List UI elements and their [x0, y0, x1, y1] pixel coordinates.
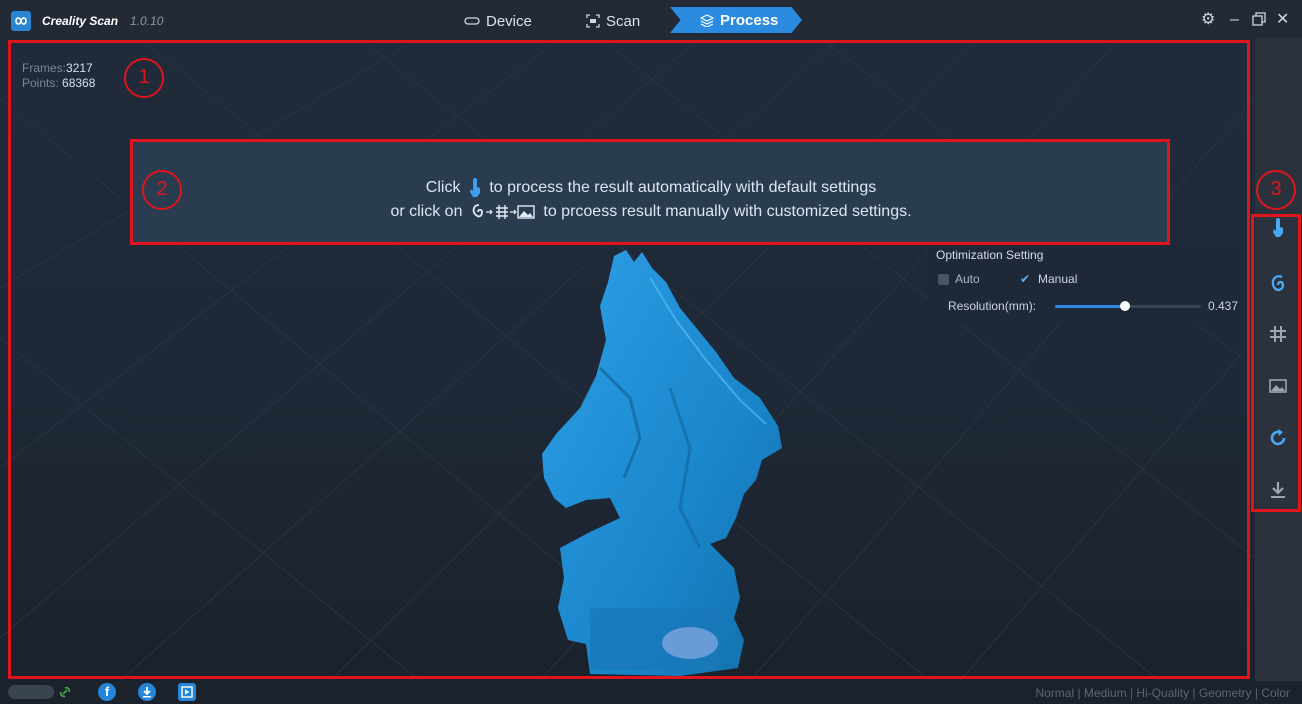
checkmark-icon: ✔ [1020, 271, 1031, 286]
auto-checkbox-box [938, 273, 949, 285]
manual-label: Manual [1038, 272, 1078, 286]
resolution-slider-handle[interactable] [1120, 301, 1130, 311]
annotation-circle-3: 3 [1256, 170, 1296, 210]
banner-line2-prefix: or click on [390, 203, 463, 220]
manual-steps-icon [472, 203, 535, 219]
points-label: Points: [22, 76, 59, 90]
3d-viewport[interactable]: Frames:3217 Points: 68368 Click to proce… [0, 38, 1255, 681]
minimize-icon[interactable]: – [1230, 12, 1239, 28]
tab-process-label: Process [720, 11, 779, 29]
connection-toggle[interactable] [8, 685, 54, 699]
tab-device-label: Device [486, 12, 532, 30]
app-logo-icon [11, 11, 31, 31]
right-toolbar [1255, 38, 1302, 681]
optimization-title: Optimization Setting [936, 248, 1044, 262]
annotation-circle-1: 1 [124, 58, 164, 98]
facebook-icon[interactable]: f [98, 683, 116, 701]
instruction-banner: Click to process the result automaticall… [132, 140, 1170, 243]
resolution-label: Resolution(mm): [948, 299, 1037, 313]
frames-label: Frames: [22, 61, 67, 75]
hand-pointer-icon[interactable] [1266, 216, 1290, 240]
auto-checkbox[interactable]: Auto [938, 272, 980, 286]
close-icon[interactable]: ✕ [1276, 12, 1289, 28]
status-bar: f Normal | Medium | Hi-Quality | Geometr… [0, 681, 1302, 704]
resolution-slider-fill[interactable] [1055, 305, 1125, 308]
scanned-horse-model [542, 250, 782, 676]
creality-scan-window: Creality Scan 1.0.10 Device Scan Process… [0, 0, 1302, 704]
annotation-circle-2: 2 [142, 170, 182, 210]
device-icon [464, 17, 480, 25]
scan-stats: Frames:3217 Points: 68368 [22, 61, 95, 91]
app-version: 1.0.10 [130, 14, 164, 28]
title-bar: Creality Scan 1.0.10 Device Scan Process… [0, 0, 1302, 38]
hand-pointer-icon [469, 177, 480, 197]
tab-device[interactable]: Device [464, 8, 532, 34]
mesh-icon[interactable] [1266, 322, 1290, 346]
tab-scan[interactable]: Scan [586, 8, 640, 34]
banner-line1-suffix: to process the result automatically with… [489, 179, 877, 196]
resolution-value: 0.437 [1208, 299, 1239, 313]
download-circle-icon[interactable] [138, 683, 156, 701]
restore-icon[interactable] [1252, 12, 1266, 30]
resolution-slider-track[interactable] [1125, 305, 1201, 308]
manual-checkbox[interactable]: ✔ Manual [1020, 272, 1077, 286]
settings-gear-icon[interactable]: ⚙ [1201, 12, 1215, 28]
tab-scan-label: Scan [606, 12, 641, 30]
quality-mode-text: Normal | Medium | Hi-Quality | Geometry … [1035, 686, 1290, 700]
app-name: Creality Scan [42, 14, 119, 28]
tab-process[interactable]: Process [670, 7, 802, 33]
scan-icon [586, 14, 600, 28]
ear-shape-icon[interactable] [1266, 272, 1290, 296]
optimization-setting-panel: Optimization Setting Auto ✔ Manual Resol… [928, 243, 1246, 323]
video-icon[interactable] [178, 683, 196, 701]
layers-icon [700, 13, 714, 27]
banner-line2-suffix: to prcoess result manually with customiz… [543, 203, 912, 220]
banner-line1-prefix: Click [425, 179, 461, 196]
texture-image-icon[interactable] [1266, 374, 1290, 398]
link-icon [59, 686, 71, 698]
points-value: 68368 [62, 76, 96, 90]
rotate-icon[interactable] [1266, 426, 1290, 450]
auto-label: Auto [955, 272, 980, 286]
frames-value: 3217 [66, 61, 93, 75]
download-icon[interactable] [1266, 478, 1290, 502]
